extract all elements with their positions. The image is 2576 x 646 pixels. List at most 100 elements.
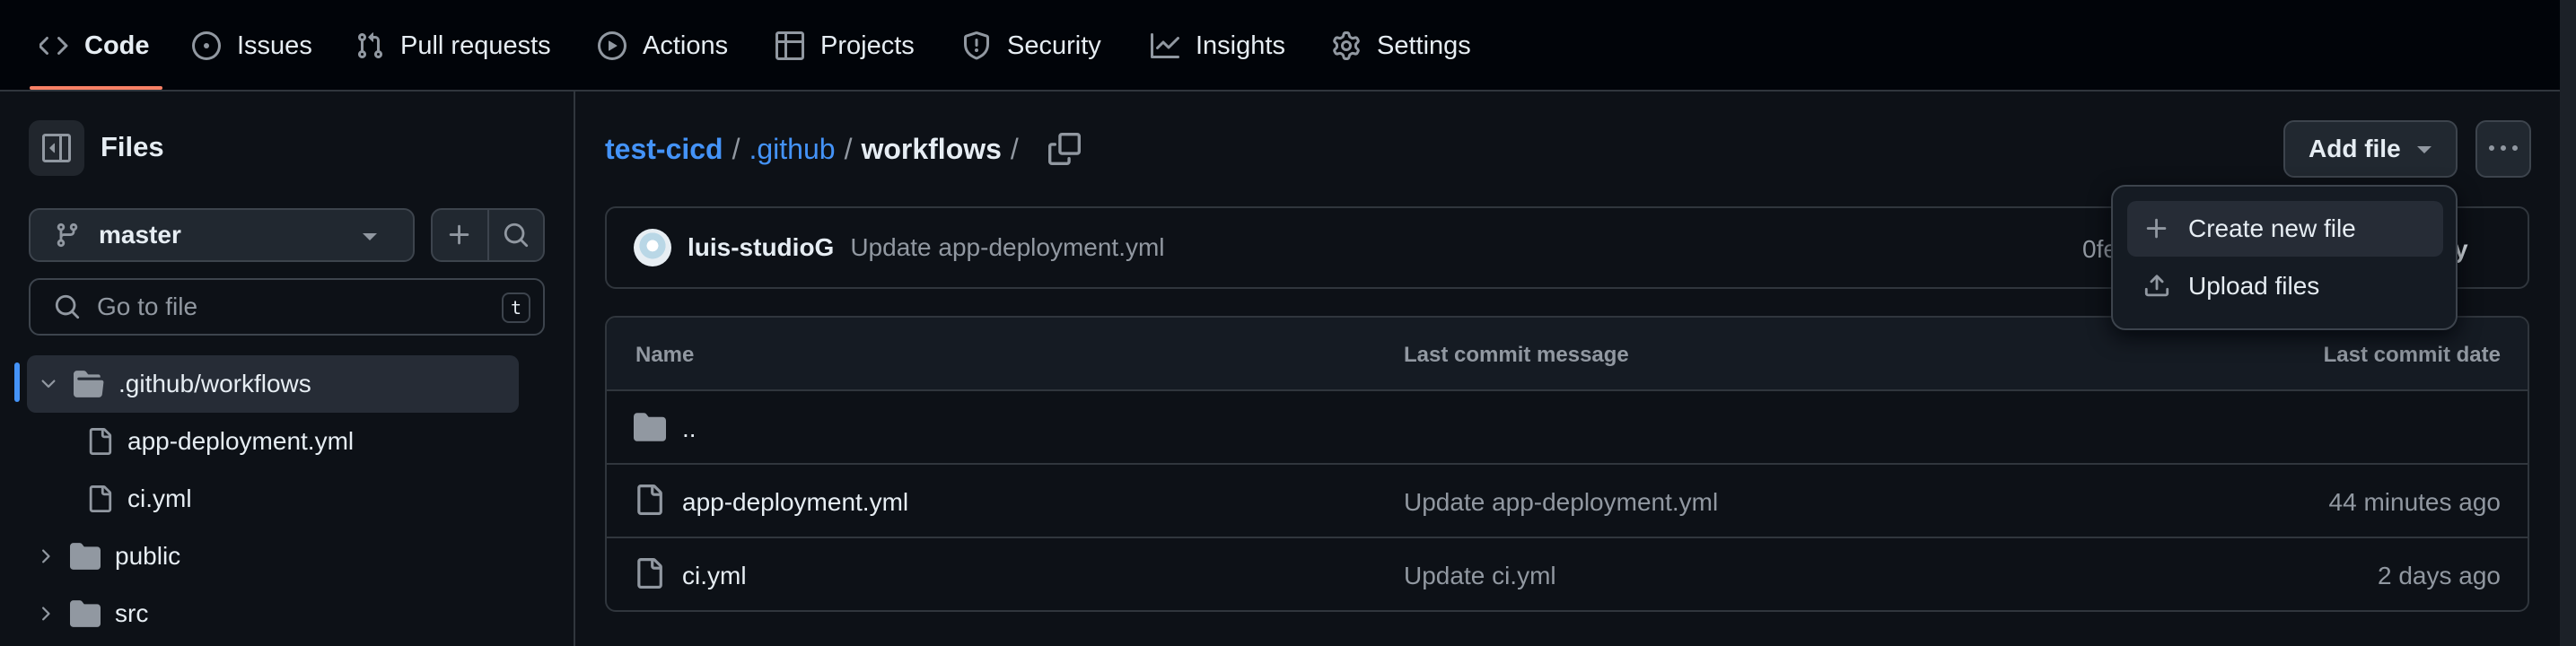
chevron-down-icon [363, 233, 377, 240]
column-header-date: Last commit date [2323, 343, 2501, 367]
more-options-button[interactable] [2475, 120, 2531, 178]
tab-pull-requests[interactable]: Pull requests [355, 0, 551, 92]
tree-item-label: public [115, 542, 181, 570]
tab-security[interactable]: Security [962, 0, 1101, 92]
tree-item-github-workflows[interactable]: .github/workflows [27, 355, 519, 413]
add-file-label: Add file [2309, 135, 2401, 162]
kebab-horizontal-icon [2489, 145, 2518, 151]
commit-date: 2 days ago [2378, 562, 2501, 589]
tab-actions[interactable]: Actions [598, 0, 728, 92]
commit-message-link[interactable]: Update app-deployment.yml [850, 233, 1164, 262]
add-file-tree-button[interactable] [433, 210, 489, 260]
chevron-down-icon [41, 380, 56, 388]
sidebar-title: Files [101, 131, 164, 162]
copy-path-button[interactable] [1048, 133, 1081, 165]
tree-item-label: .github/workflows [118, 370, 311, 397]
table-row[interactable]: ci.yml Update ci.yml 2 days ago [607, 538, 2528, 610]
tree-item-src[interactable]: src [34, 585, 148, 642]
tab-settings[interactable]: Settings [1332, 0, 1471, 92]
tree-actions [431, 208, 545, 262]
menu-item-label: Upload files [2188, 272, 2320, 300]
tab-projects-label: Projects [820, 31, 915, 60]
play-icon [598, 31, 626, 60]
graph-icon [1151, 33, 1179, 58]
avatar[interactable] [634, 229, 671, 266]
go-to-file-input[interactable]: Go to file t [29, 278, 545, 336]
tree-item-public[interactable]: public [34, 528, 180, 585]
folder-open-icon [74, 371, 104, 397]
menu-item-label: Create new file [2188, 214, 2356, 242]
file-name-link[interactable]: ci.yml [682, 562, 747, 590]
code-icon [39, 37, 68, 55]
page-scrollbar[interactable] [2560, 0, 2576, 646]
tab-insights-label: Insights [1196, 31, 1285, 60]
breadcrumb-repo-link[interactable]: test-cicd [605, 133, 723, 166]
tree-item-ci[interactable]: ci.yml [86, 470, 192, 528]
commit-date: 44 minutes ago [2328, 488, 2501, 516]
file-name-link[interactable]: .. [682, 415, 697, 443]
folder-icon [634, 413, 666, 441]
commit-message-link[interactable]: Update app-deployment.yml [1404, 488, 1718, 517]
commit-author-link[interactable]: luis-studioG [688, 233, 834, 262]
issue-opened-icon [192, 31, 221, 60]
branch-selector[interactable]: master [29, 208, 415, 262]
tree-item-app-deployment[interactable]: app-deployment.yml [86, 413, 354, 470]
file-icon [637, 484, 662, 515]
plus-icon [2146, 218, 2167, 239]
git-branch-icon [57, 223, 78, 248]
breadcrumb: test-cicd / .github / workflows / [605, 127, 1028, 170]
copy-icon [1048, 133, 1081, 165]
upload-icon [2144, 275, 2169, 297]
commit-message-link[interactable]: Update ci.yml [1404, 562, 1556, 590]
tree-item-label: app-deployment.yml [127, 427, 355, 455]
table-icon [775, 31, 804, 60]
folder-icon [70, 600, 101, 627]
chevron-right-icon [42, 549, 50, 563]
shield-icon [964, 31, 989, 60]
tab-insights[interactable]: Insights [1151, 0, 1285, 92]
tab-actions-label: Actions [643, 31, 729, 60]
file-name-link[interactable]: app-deployment.yml [682, 488, 908, 517]
active-indicator [14, 362, 20, 402]
breadcrumb-github-link[interactable]: .github [749, 133, 835, 166]
file-tree-sidebar: Files master Go to file t .github/workfl… [0, 92, 575, 646]
search-icon [55, 294, 80, 319]
add-file-menu: Create new file Upload files [2111, 185, 2458, 330]
breadcrumb-separator: / [732, 132, 740, 165]
search-tree-button[interactable] [489, 210, 544, 260]
file-icon [637, 558, 662, 589]
breadcrumb-separator: / [844, 132, 853, 165]
tab-issues[interactable]: Issues [192, 0, 312, 92]
search-icon [504, 223, 528, 248]
file-icon [89, 428, 112, 455]
tab-settings-label: Settings [1377, 31, 1471, 60]
tab-pull-requests-label: Pull requests [400, 31, 551, 60]
git-pull-request-icon [357, 32, 383, 59]
breadcrumb-current: workflows [861, 132, 1002, 165]
sidebar-collapse-icon [42, 134, 71, 162]
tree-item-label: src [115, 599, 149, 627]
branch-name: master [99, 221, 181, 249]
triangle-down-icon [2417, 146, 2431, 153]
selected-tab-underline [30, 86, 162, 90]
column-header-name: Name [635, 343, 695, 367]
tab-issues-label: Issues [237, 31, 312, 60]
create-new-file-menu-item[interactable]: Create new file [2127, 201, 2443, 257]
tree-item-label: ci.yml [127, 484, 192, 512]
upload-files-menu-item[interactable]: Upload files [2127, 258, 2443, 314]
column-header-message: Last commit message [1404, 343, 1629, 367]
chevron-right-icon [42, 607, 50, 621]
collapse-sidebar-button[interactable] [29, 120, 84, 176]
add-file-button[interactable]: Add file [2283, 120, 2458, 178]
plus-icon [450, 224, 469, 245]
tab-code[interactable]: Code [39, 0, 150, 92]
tab-projects[interactable]: Projects [775, 0, 915, 92]
file-icon [89, 485, 112, 512]
tab-code-label: Code [84, 31, 150, 60]
folder-icon [70, 543, 101, 570]
repo-nav: Code Issues Pull requests Actions Projec… [0, 0, 2576, 92]
table-row-parent-dir[interactable]: .. [607, 391, 2528, 465]
table-row[interactable]: app-deployment.yml Update app-deployment… [607, 465, 2528, 538]
breadcrumb-separator: / [1010, 132, 1019, 165]
file-table: Name Last commit message Last commit dat… [605, 316, 2529, 612]
